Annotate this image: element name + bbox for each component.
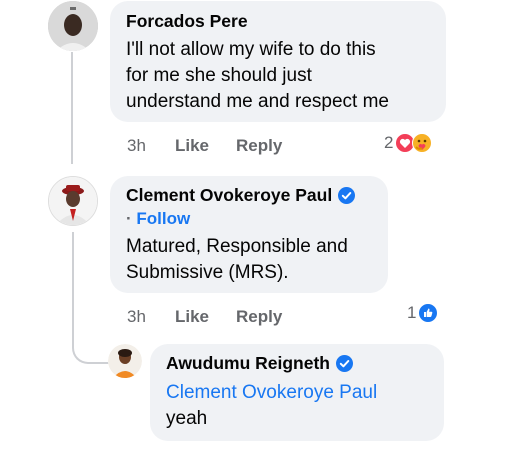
comment-time[interactable]: 3h — [127, 136, 146, 156]
like-button[interactable]: Like — [175, 307, 209, 327]
reply-bubble: Awudumu Reigneth Clement Ovokeroye Paul … — [150, 344, 444, 441]
verified-badge-icon — [335, 355, 353, 372]
comment-text-line: understand me and respect me — [126, 91, 389, 112]
reply-button[interactable]: Reply — [236, 307, 282, 327]
follow-button[interactable]: Follow — [136, 209, 190, 228]
comment-text-line: Matured, Responsible and — [126, 236, 348, 257]
comment-text-line: I'll not allow my wife to do this — [126, 39, 376, 60]
avatar[interactable] — [48, 176, 98, 226]
avatar[interactable] — [108, 344, 142, 378]
mention-link[interactable]: Clement Ovokeroye Paul — [166, 380, 377, 406]
comment-text-line: Submissive (MRS). — [126, 262, 289, 283]
thread-line — [71, 52, 73, 164]
care-reaction-icon — [412, 133, 433, 153]
follow-row: · Follow — [126, 209, 190, 229]
reply-thread-connector — [72, 232, 110, 364]
reply-author[interactable]: Awudumu Reigneth — [166, 353, 330, 374]
verified-badge-icon — [338, 187, 356, 204]
comment-text: Matured, Responsible and Submissive (MRS… — [126, 234, 348, 286]
reactions[interactable]: 2 — [384, 132, 433, 154]
reply-button[interactable]: Reply — [236, 136, 282, 156]
separator-dot: · — [126, 209, 132, 228]
comment-text: I'll not allow my wife to do this for me… — [126, 37, 389, 115]
comment-bubble: Forcados Pere I'll not allow my wife to … — [110, 1, 446, 122]
comment-header: Clement Ovokeroye Paul — [126, 185, 356, 206]
reactions[interactable]: 1 — [407, 302, 439, 324]
comment-author[interactable]: Clement Ovokeroye Paul — [126, 185, 332, 206]
comment-time[interactable]: 3h — [127, 307, 146, 327]
comment-text-line: for me she should just — [126, 65, 312, 86]
avatar[interactable] — [48, 1, 98, 51]
reaction-count: 2 — [384, 133, 394, 152]
like-reaction-icon — [418, 303, 439, 323]
reply-text: yeah — [166, 408, 208, 429]
reaction-count: 1 — [407, 303, 417, 322]
comment-bubble: Clement Ovokeroye Paul · Follow Matured,… — [110, 176, 388, 293]
like-button[interactable]: Like — [175, 136, 209, 156]
reply-header: Awudumu Reigneth — [166, 353, 353, 374]
comment-author[interactable]: Forcados Pere — [126, 11, 248, 32]
